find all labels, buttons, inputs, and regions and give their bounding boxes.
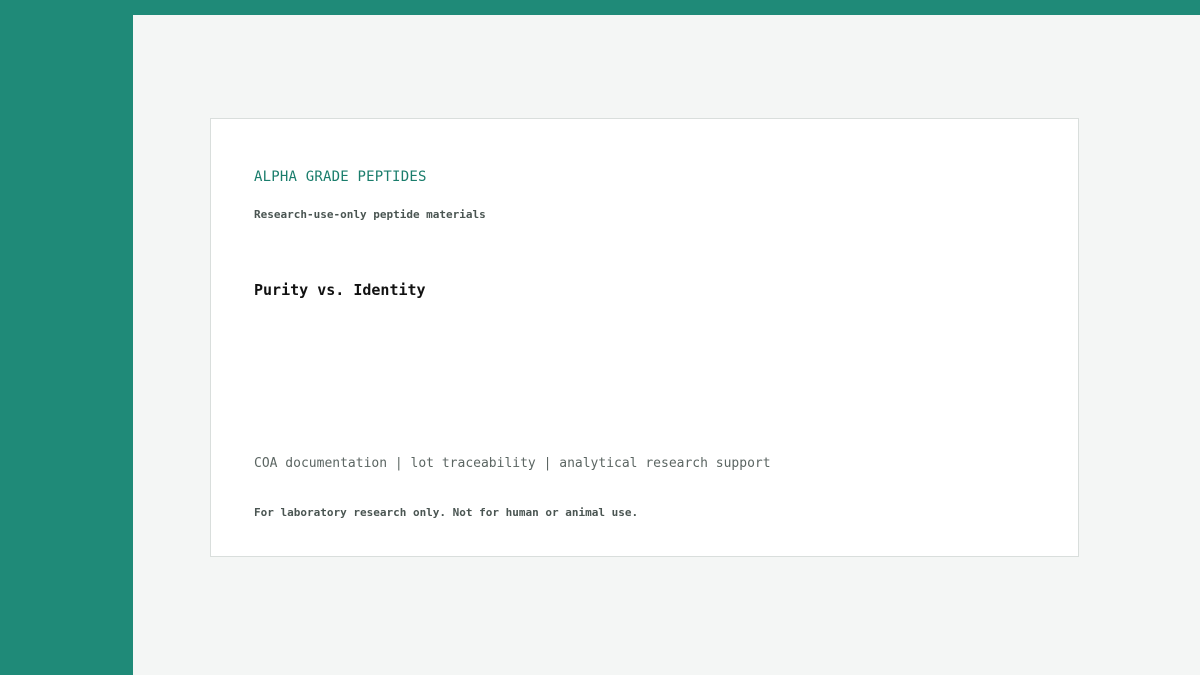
top-accent-bar: [0, 0, 1200, 15]
feature-list: COA documentation | lot traceability | a…: [254, 456, 771, 471]
brand-name: ALPHA GRADE PEPTIDES: [254, 169, 427, 185]
left-accent-band: [0, 0, 133, 675]
content-card: ALPHA GRADE PEPTIDES Research-use-only p…: [210, 118, 1079, 557]
disclaimer-text: For laboratory research only. Not for hu…: [254, 506, 639, 519]
page-title: Purity vs. Identity: [254, 281, 426, 299]
brand-subtitle: Research-use-only peptide materials: [254, 208, 486, 221]
